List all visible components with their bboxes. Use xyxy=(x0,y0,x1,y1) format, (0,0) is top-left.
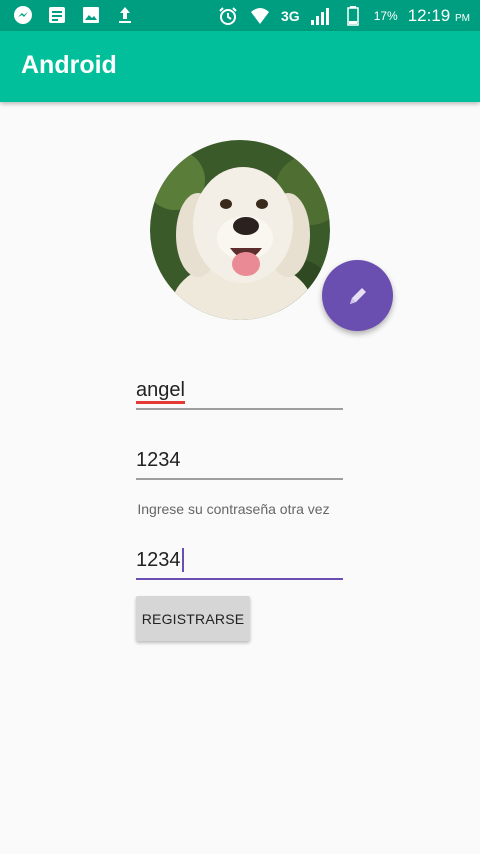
username-value: angel xyxy=(136,379,185,404)
confirm-password-field[interactable]: 1234 xyxy=(136,548,343,580)
signal-icon xyxy=(310,5,332,27)
wifi-icon xyxy=(249,5,271,27)
profile-avatar[interactable] xyxy=(150,140,330,320)
dog-photo xyxy=(150,140,330,320)
battery-percent: 17% xyxy=(373,9,398,23)
app-bar: Android xyxy=(0,31,480,102)
confirm-password-underline xyxy=(136,578,343,580)
edit-photo-button[interactable] xyxy=(322,260,393,331)
messenger-icon xyxy=(12,4,34,26)
system-status: 3G 17% 12:19 PM xyxy=(217,5,470,27)
status-bar: 3G 17% 12:19 PM xyxy=(0,0,480,31)
notes-icon xyxy=(46,4,68,26)
alarm-icon xyxy=(217,5,239,27)
network-type: 3G xyxy=(281,8,300,24)
clock: 12:19 PM xyxy=(408,6,470,26)
notification-icons xyxy=(12,4,136,26)
pencil-icon xyxy=(349,287,366,304)
text-cursor xyxy=(181,548,184,572)
password-field[interactable]: 1234 xyxy=(136,448,343,480)
image-icon xyxy=(80,4,102,26)
username-field[interactable]: angel xyxy=(136,378,343,410)
username-underline xyxy=(136,408,343,410)
register-button[interactable]: REGISTRARSE xyxy=(136,596,250,641)
app-title: Android xyxy=(21,51,117,79)
password-value: 1234 xyxy=(136,449,181,471)
upload-icon xyxy=(114,4,136,26)
battery-icon xyxy=(342,5,364,27)
confirm-password-hint: Ingrese su contraseña otra vez xyxy=(137,501,330,517)
clock-suffix: PM xyxy=(455,13,470,24)
clock-time: 12:19 xyxy=(407,6,451,25)
confirm-password-value: 1234 xyxy=(136,549,181,571)
password-underline xyxy=(136,478,343,480)
